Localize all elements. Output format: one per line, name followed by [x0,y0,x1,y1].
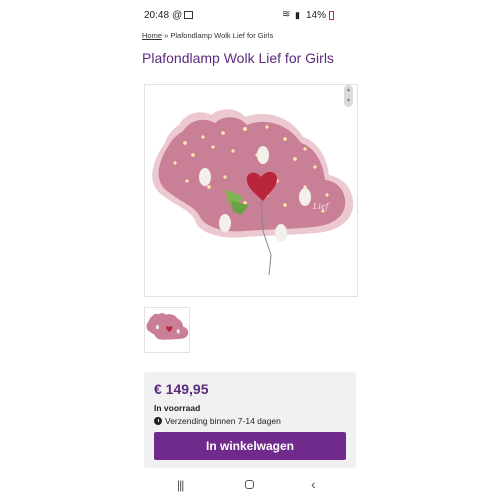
battery-icon [329,11,334,20]
phone-screen: 20:48 @ ≋ ▮ 14% Home » Plafondlamp Wolk … [134,0,366,500]
delivery-info: Verzending binnen 7-14 dagen [154,416,281,426]
signal-icon: ▮ [295,10,300,20]
recent-apps-icon[interactable]: ||| [177,478,184,492]
breadcrumb-home-link[interactable]: Home [142,31,162,40]
product-title: Plafondlamp Wolk Lief for Girls [142,50,334,66]
status-bar: 20:48 @ ≋ ▮ 14% [134,0,366,30]
product-main-image[interactable]: Lief ▴ ▾ [144,84,358,297]
back-icon[interactable]: ‹ [311,476,316,492]
battery-percentage: 14% [306,10,327,21]
image-scroll-indicator[interactable]: ▴ ▾ [344,85,353,107]
cloud-lamp-image: Lief [152,109,354,276]
home-icon[interactable] [245,480,254,489]
delivery-text: Verzending binnen 7-14 dagen [165,416,281,426]
gallery-icon [184,11,193,19]
product-price: € 149,95 [154,381,209,397]
status-time: 20:48 [144,10,170,21]
stock-status: In voorraad [154,403,201,413]
breadcrumb-current: Plafondlamp Wolk Lief for Girls [170,31,274,40]
at-icon: @ [172,10,183,21]
product-thumbnail[interactable] [144,307,190,353]
android-nav-bar: ||| ‹ [134,472,366,500]
thumbnail-image [146,313,189,340]
add-to-cart-button[interactable]: In winkelwagen [154,432,346,460]
breadcrumb: Home » Plafondlamp Wolk Lief for Girls [142,31,273,40]
clock-icon [154,417,162,425]
lamp-script-text: Lief [312,202,331,211]
breadcrumb-separator: » [164,31,169,40]
wifi-icon: ≋ [282,9,291,20]
purchase-box: € 149,95 In voorraad Verzending binnen 7… [144,372,356,468]
